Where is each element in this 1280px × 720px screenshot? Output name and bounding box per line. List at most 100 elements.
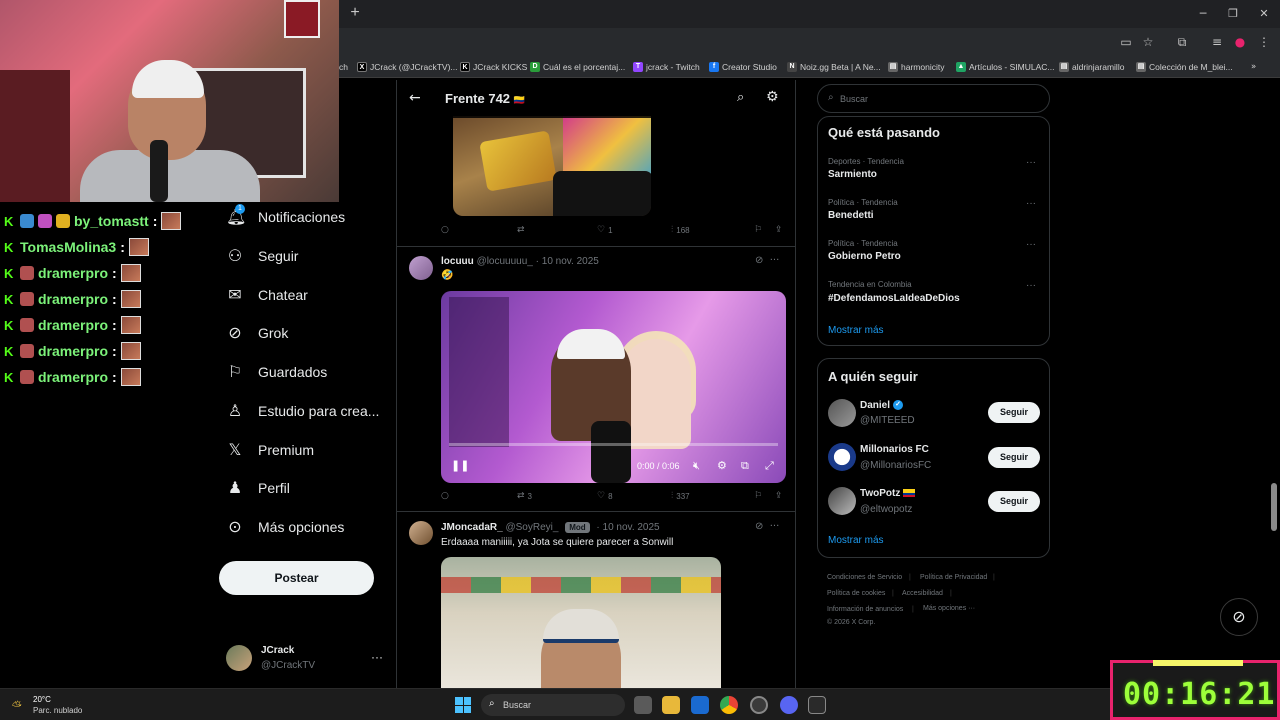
reply-button[interactable]: ○: [441, 225, 452, 235]
follow-button[interactable]: Seguir: [988, 447, 1040, 468]
new-tab-button[interactable]: +: [347, 5, 363, 21]
accessibility-link[interactable]: Accesibilidad: [902, 590, 943, 597]
author-name[interactable]: locuuu: [441, 256, 474, 267]
chrome-icon[interactable]: [720, 696, 738, 714]
post-image[interactable]: [441, 557, 721, 688]
minimize-button[interactable]: ─: [1195, 6, 1211, 22]
post-image[interactable]: [453, 116, 651, 216]
nav-item-creator-studio[interactable]: ♙ Estudio para crea...: [226, 399, 380, 423]
author-name[interactable]: JMoncadaR_: [441, 522, 503, 533]
profile-icon[interactable]: ●: [1232, 34, 1248, 50]
search-icon[interactable]: ⌕: [737, 90, 744, 105]
share-button[interactable]: ⇪: [775, 491, 783, 501]
bookmark-item[interactable]: K JCrack KICKS: [460, 60, 527, 74]
video-progress-bar[interactable]: [449, 443, 778, 446]
privacy-link[interactable]: Política de Privacidad: [920, 574, 987, 581]
task-view-icon[interactable]: [634, 696, 652, 714]
post-date[interactable]: · 10 nov. 2025: [536, 256, 599, 267]
app-icon[interactable]: [750, 696, 768, 714]
nav-item-premium[interactable]: 𝕏 Premium: [226, 438, 314, 462]
browser-menu-icon[interactable]: ⋮: [1256, 34, 1272, 50]
follow-button[interactable]: Seguir: [988, 491, 1040, 512]
account-more-icon[interactable]: ···: [371, 650, 383, 664]
more-bookmarks-icon[interactable]: »: [1251, 60, 1256, 74]
nav-item-profile[interactable]: ♟ Perfil: [226, 476, 290, 500]
bookmark-item[interactable]: ch: [339, 60, 348, 74]
trend-more-icon[interactable]: ···: [1026, 280, 1036, 291]
bookmark-item[interactable]: ▲ Artículos - SIMULAC...: [956, 60, 1055, 74]
repost-button[interactable]: ⇄: [517, 225, 528, 235]
gear-icon[interactable]: ⚙: [766, 89, 779, 105]
bookmark-item[interactable]: Tjcrack - Twitch: [633, 60, 700, 74]
pause-icon[interactable]: ❚❚: [451, 459, 469, 472]
cast-icon[interactable]: ▭: [1118, 34, 1134, 50]
bookmark-item[interactable]: f Creator Studio: [709, 60, 777, 74]
taskbar-search-input[interactable]: [503, 698, 593, 712]
extensions-icon[interactable]: ⧉: [1174, 34, 1190, 50]
author-handle[interactable]: @SoyReyi_: [505, 522, 558, 533]
trend-more-icon[interactable]: ···: [1026, 157, 1036, 168]
bookmark-item[interactable]: ▤ aldrinjaramillo: [1059, 60, 1124, 74]
nav-item-grok[interactable]: ⊘ Grok: [226, 321, 288, 345]
follow-button[interactable]: Seguir: [988, 402, 1040, 423]
close-window-button[interactable]: ✕: [1256, 6, 1272, 22]
start-button[interactable]: [455, 697, 471, 713]
weather-widget[interactable]: ⛅︎ 20°C Parc. nublado: [12, 695, 132, 717]
settings-gear-icon[interactable]: ⚙: [717, 459, 727, 472]
bookmark-item[interactable]: ▤ Colección de M_blei...: [1136, 60, 1233, 74]
nav-item-chat[interactable]: ✉ Chatear: [226, 283, 308, 307]
search-box[interactable]: ⌕: [817, 84, 1050, 113]
nav-item-more[interactable]: ⊙ Más opciones: [226, 515, 344, 539]
bookmark-item[interactable]: D Cuál es el porcentaj...: [530, 60, 625, 74]
back-arrow-icon[interactable]: ←: [409, 90, 421, 106]
account-switcher[interactable]: JCrack @JCrackTV ···: [226, 642, 386, 678]
file-explorer-icon[interactable]: [662, 696, 680, 714]
trend-more-icon[interactable]: ···: [1026, 239, 1036, 250]
scrollbar-thumb[interactable]: [1271, 483, 1277, 531]
video-player[interactable]: ❚❚ 0:00 / 0:06 🔇︎ ⚙ ⧉ ⤢: [441, 291, 786, 483]
bookmark-item[interactable]: X JCrack (@JCrackTV)...: [357, 60, 458, 74]
restore-button[interactable]: ❐: [1225, 6, 1241, 22]
like-button[interactable]: ♡ 8: [597, 491, 613, 501]
pip-icon[interactable]: ⧉: [741, 459, 749, 473]
cookies-link[interactable]: Política de cookies: [827, 590, 885, 597]
grok-icon[interactable]: ⊘: [755, 521, 763, 532]
show-more-link[interactable]: Mostrar más: [828, 535, 884, 546]
show-more-link[interactable]: Mostrar más: [828, 325, 884, 336]
post-more-icon[interactable]: ···: [770, 255, 780, 266]
grok-floating-button[interactable]: ⊘: [1220, 598, 1258, 636]
outlook-icon[interactable]: [691, 696, 709, 714]
nav-item-notifications[interactable]: 🔔︎ 1 Notificaciones: [226, 204, 345, 229]
post-more-icon[interactable]: ···: [770, 521, 780, 532]
search-input[interactable]: [840, 91, 1040, 107]
ads-info-link[interactable]: Información de anuncios: [827, 606, 903, 613]
bookmark-button[interactable]: ⚐: [754, 491, 762, 501]
share-button[interactable]: ⇪: [775, 225, 783, 235]
trend-more-icon[interactable]: ···: [1026, 198, 1036, 209]
nav-item-follow[interactable]: ⚇ Seguir: [226, 244, 299, 268]
grok-icon[interactable]: ⊘: [755, 255, 763, 266]
author-handle[interactable]: @locuuuuu_: [477, 256, 533, 267]
bookmark-item[interactable]: N Noiz.gg Beta | A Ne...: [787, 60, 881, 74]
nav-item-bookmarks[interactable]: ⚐ Guardados: [226, 360, 327, 384]
taskbar-search[interactable]: ⌕: [481, 694, 625, 716]
bookmark-button[interactable]: ⚐: [754, 225, 762, 235]
post-date[interactable]: · 10 nov. 2025: [596, 522, 659, 533]
like-button[interactable]: ♡ 1: [597, 225, 613, 235]
bookmark-item[interactable]: ▤ harmonicity: [888, 60, 944, 74]
mute-icon[interactable]: 🔇︎: [693, 459, 700, 473]
reply-button[interactable]: ○: [441, 491, 452, 501]
fullscreen-icon[interactable]: ⤢: [765, 459, 774, 473]
views-button[interactable]: ⫶ 337: [671, 491, 690, 501]
post-button[interactable]: Postear: [219, 561, 374, 595]
bookmark-star-icon[interactable]: ☆: [1140, 34, 1156, 50]
epic-games-icon[interactable]: [808, 696, 826, 714]
repost-button[interactable]: ⇄ 3: [517, 491, 532, 501]
views-button[interactable]: ⫶ 168: [671, 225, 690, 235]
discord-icon[interactable]: [780, 696, 798, 714]
media-icon[interactable]: ≡: [1209, 34, 1225, 50]
avatar[interactable]: [409, 521, 433, 545]
terms-link[interactable]: Condiciones de Servicio: [827, 574, 902, 581]
avatar[interactable]: [409, 256, 433, 280]
more-options-link[interactable]: Más opciones ···: [923, 605, 975, 612]
